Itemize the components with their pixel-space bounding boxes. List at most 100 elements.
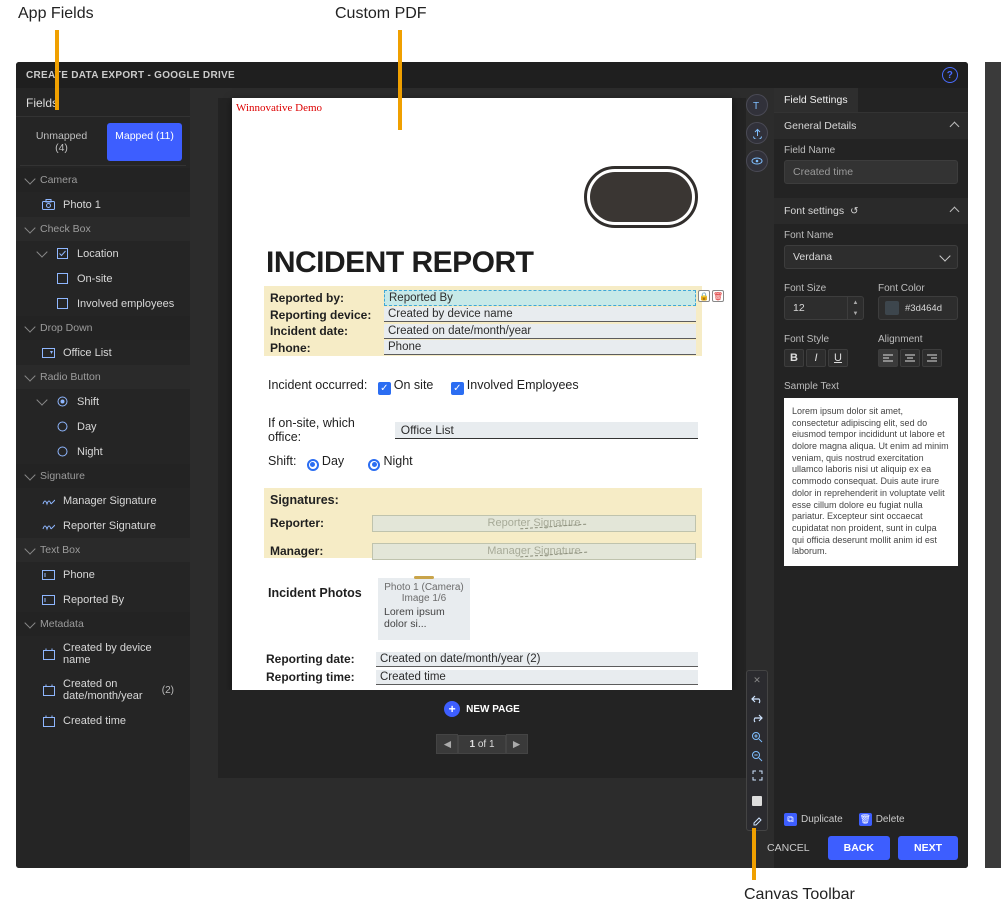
page-next-button[interactable]: ► — [506, 734, 528, 754]
radio-day[interactable] — [307, 459, 319, 471]
duplicate-button[interactable]: ⧉Duplicate — [784, 813, 843, 826]
group-radio[interactable]: Radio Button — [16, 365, 190, 389]
group-dropdown[interactable]: Drop Down — [16, 316, 190, 340]
page-prev-button[interactable]: ◄ — [436, 734, 458, 754]
group-textbox[interactable]: Text Box — [16, 538, 190, 562]
checkbox-icon — [56, 247, 69, 260]
bold-button[interactable]: B — [784, 349, 804, 367]
section-font-settings[interactable]: Font settings↺ — [774, 198, 968, 224]
annotation-canvas-toolbar: Canvas Toolbar — [744, 886, 855, 904]
pdf-page[interactable]: Winnovative Demo INCIDENT REPORT Reporte… — [232, 98, 732, 690]
reset-icon[interactable]: ↺ — [850, 206, 858, 217]
sidebar-item-shift[interactable]: Shift — [16, 389, 190, 414]
text-tool-icon[interactable]: T — [746, 94, 768, 116]
field-reporting-time[interactable]: Created time — [376, 670, 698, 685]
sidebar-item-reporter-sig[interactable]: Reporter Signature — [16, 513, 190, 538]
trash-icon: 🗑 — [859, 813, 872, 826]
align-right-button[interactable] — [922, 349, 942, 367]
next-button[interactable]: NEXT — [898, 836, 958, 860]
field-phone[interactable]: Phone — [384, 340, 696, 355]
delete-button[interactable]: 🗑Delete — [859, 813, 905, 826]
group-metadata[interactable]: Metadata — [16, 612, 190, 636]
italic-button[interactable]: I — [806, 349, 826, 367]
group-checkbox[interactable]: Check Box — [16, 217, 190, 241]
group-label: Signature — [40, 470, 85, 482]
label-sample-text: Sample Text — [774, 375, 968, 394]
sidebar: Fields Unmapped (4) Mapped (11) Camera P… — [16, 88, 190, 868]
back-button[interactable]: BACK — [828, 836, 890, 860]
close-icon[interactable]: ✕ — [750, 673, 764, 687]
sidebar-item-manager-sig[interactable]: Manager Signature — [16, 488, 190, 513]
photo-placeholder[interactable]: Photo 1 (Camera) Image 1/6 Lorem ipsum d… — [378, 578, 470, 640]
lock-icon[interactable]: 🔒 — [698, 290, 710, 302]
sidebar-item-shift-day[interactable]: Day — [16, 414, 190, 439]
signatures-heading: Signatures: — [270, 493, 696, 507]
checkbox-onsite[interactable] — [378, 382, 391, 395]
field-reporting-date[interactable]: Created on date/month/year (2) — [376, 652, 698, 667]
drag-handle-icon[interactable] — [414, 576, 434, 579]
group-signature[interactable]: Signature — [16, 464, 190, 488]
field-reporter-sig[interactable]: Reporter Signature — [372, 515, 696, 532]
rect-tool-icon[interactable] — [750, 794, 764, 808]
sidebar-item-phone[interactable]: Phone — [16, 562, 190, 587]
input-font-size[interactable]: 12▲▼ — [784, 296, 864, 320]
radio-icon — [56, 395, 69, 408]
field-manager-sig[interactable]: Manager Signature — [372, 543, 696, 560]
item-label: Photo 1 — [63, 199, 101, 211]
sidebar-item-shift-night[interactable]: Night — [16, 439, 190, 464]
item-label: Created time — [63, 715, 126, 727]
eye-icon[interactable] — [746, 150, 768, 172]
radio-label-day: Day — [322, 454, 344, 468]
zoom-out-icon[interactable] — [750, 749, 764, 763]
annotation-line — [752, 828, 756, 880]
selection-handles[interactable]: 🔒🗑 — [698, 290, 724, 302]
radio-night[interactable] — [368, 459, 380, 471]
zoom-in-icon[interactable] — [750, 730, 764, 744]
canvas-top-toolbar: T — [746, 94, 768, 172]
sidebar-item-meta-createdtime[interactable]: Created time — [16, 708, 190, 733]
redo-icon[interactable] — [750, 711, 764, 725]
item-label: Reporter Signature — [63, 520, 156, 532]
photo-caption-2: Image 1/6 — [384, 593, 464, 604]
field-incident-date[interactable]: Created on date/month/year — [384, 324, 696, 339]
upload-icon[interactable] — [746, 122, 768, 144]
section-general[interactable]: General Details — [774, 113, 968, 139]
undo-icon[interactable] — [750, 692, 764, 706]
help-icon[interactable]: ? — [942, 67, 958, 83]
metadata-icon — [42, 648, 55, 661]
label-incident-occurred: Incident occurred: — [268, 378, 367, 392]
align-center-button[interactable] — [900, 349, 920, 367]
dropdown-icon — [42, 346, 55, 359]
field-office-list[interactable]: Office List — [395, 422, 698, 439]
fullscreen-icon[interactable] — [750, 768, 764, 782]
sidebar-item-involved[interactable]: Involved employees — [16, 291, 190, 316]
item-label: Involved employees — [77, 298, 174, 310]
plus-icon: + — [444, 701, 460, 717]
tab-mapped[interactable]: Mapped (11) — [107, 123, 182, 161]
underline-button[interactable]: U — [828, 349, 848, 367]
cancel-button[interactable]: CANCEL — [757, 836, 820, 860]
field-device[interactable]: Created by device name — [384, 307, 696, 322]
sidebar-item-meta-device[interactable]: Created by device name — [16, 636, 190, 672]
sidebar-item-officelist[interactable]: Office List — [16, 340, 190, 365]
sidebar-item-photo1[interactable]: Photo 1 — [16, 192, 190, 217]
eraser-icon[interactable] — [750, 813, 764, 827]
spinner-down-icon[interactable]: ▼ — [848, 308, 863, 319]
sidebar-item-reportedby[interactable]: Reported By — [16, 587, 190, 612]
group-camera[interactable]: Camera — [16, 168, 190, 192]
input-field-name[interactable]: Created time — [784, 160, 958, 184]
delete-icon[interactable]: 🗑 — [712, 290, 724, 302]
checkbox-involved[interactable] — [451, 382, 464, 395]
align-left-button[interactable] — [878, 349, 898, 367]
field-reported-by[interactable]: Reported By — [384, 290, 696, 306]
input-font-color[interactable]: #3d464d — [878, 296, 958, 320]
new-page-button[interactable]: + NEW PAGE — [444, 701, 520, 717]
spinner-up-icon[interactable]: ▲ — [848, 297, 863, 308]
sidebar-item-location[interactable]: Location — [16, 241, 190, 266]
select-font-name[interactable]: Verdana — [784, 245, 958, 269]
tab-field-settings[interactable]: Field Settings — [774, 88, 858, 112]
tab-unmapped[interactable]: Unmapped (4) — [24, 123, 99, 161]
reporting-block: Reporting date:Created on date/month/yea… — [266, 650, 698, 686]
sidebar-item-onsite[interactable]: On-site — [16, 266, 190, 291]
sidebar-item-meta-createdon[interactable]: Created on date/month/year (2) — [16, 672, 190, 708]
